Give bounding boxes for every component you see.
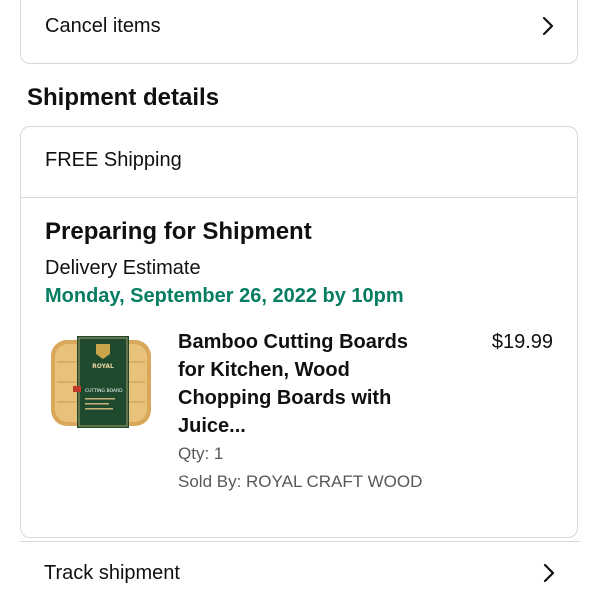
delivery-estimate-label: Delivery Estimate [45, 257, 201, 279]
divider [21, 197, 577, 198]
delivery-estimate-date: Monday, September 26, 2022 by 10pm [45, 285, 404, 307]
product-image[interactable]: ROYAL CUTTING BOARD [47, 332, 155, 432]
product-brand-text: ROYAL [92, 363, 114, 370]
cancel-items-link[interactable]: Cancel items [45, 12, 557, 40]
chevron-right-icon [539, 15, 557, 37]
product-quantity: Qty: 1 [178, 444, 224, 463]
shipment-details-heading: Shipment details [27, 84, 220, 111]
product-seller: Sold By: ROYAL CRAFT WOOD [178, 472, 423, 491]
product-price: $19.99 [491, 331, 553, 353]
shipment-card: FREE Shipping Preparing for Shipment Del… [20, 126, 578, 538]
chevron-right-icon [540, 562, 558, 584]
track-shipment-label: Track shipment [44, 561, 180, 584]
order-details-page: Cancel items Shipment details FREE Shipp… [0, 0, 600, 600]
product-package-label: CUTTING BOARD [85, 388, 123, 394]
shipment-status: Preparing for Shipment [45, 218, 312, 245]
cancel-items-card: Cancel items [20, 0, 578, 64]
cancel-items-label: Cancel items [45, 14, 161, 37]
shipping-type-label: FREE Shipping [45, 149, 182, 171]
product-title-link[interactable]: Bamboo Cutting Boards for Kitchen, Wood … [178, 328, 428, 440]
track-shipment-link[interactable]: Track shipment [44, 558, 558, 588]
divider [20, 541, 580, 542]
